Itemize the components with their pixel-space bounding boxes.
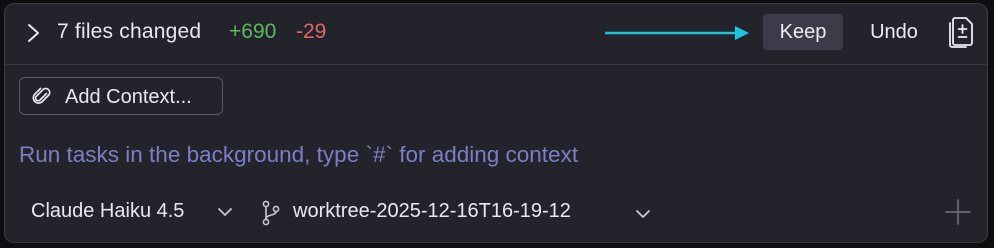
- changes-bar: 7 files changed +690 -29 Keep Undo: [5, 4, 987, 65]
- model-label: Claude Haiku 4.5: [31, 200, 185, 222]
- keep-button[interactable]: Keep: [763, 14, 843, 50]
- add-context-label: Add Context...: [65, 86, 192, 108]
- diff-document-icon[interactable]: [947, 16, 975, 48]
- prompt-input[interactable]: Run tasks in the background, type `#` fo…: [19, 138, 959, 172]
- chevron-down-icon: [636, 210, 650, 218]
- git-branch-icon: [262, 200, 280, 226]
- files-changed-label[interactable]: 7 files changed: [57, 20, 201, 44]
- plus-icon[interactable]: [943, 197, 973, 227]
- add-context-button[interactable]: Add Context...: [19, 77, 223, 115]
- chevron-down-icon: [218, 208, 232, 216]
- model-selector[interactable]: Claude Haiku 4.5: [31, 200, 232, 228]
- branch-label: worktree-2025-12-16T16-19-12: [293, 200, 571, 222]
- additions-count: +690: [229, 20, 277, 43]
- undo-button[interactable]: Undo: [858, 14, 930, 50]
- annotation-arrow-icon: [605, 26, 749, 40]
- deletions-count: -29: [296, 20, 327, 43]
- chevron-right-icon[interactable]: [25, 22, 43, 44]
- chat-input-panel: 7 files changed +690 -29 Keep Undo Add C…: [4, 3, 988, 243]
- paperclip-icon: [32, 87, 51, 104]
